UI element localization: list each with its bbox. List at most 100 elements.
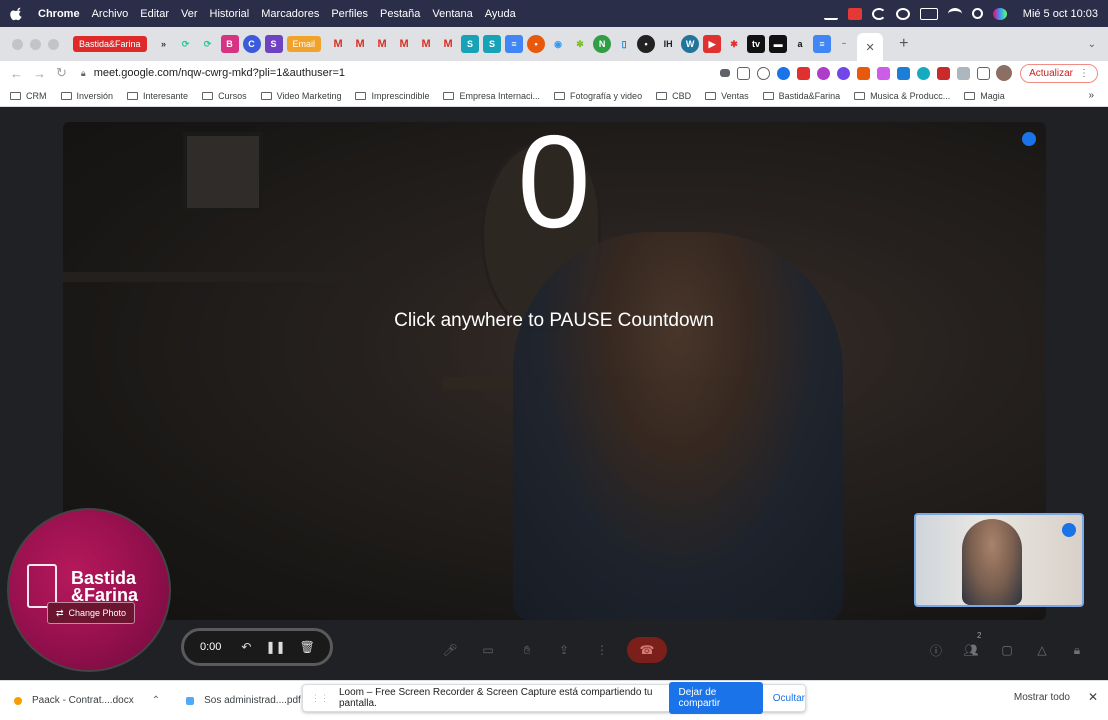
forward-arrow-icon[interactable]: → (33, 66, 46, 81)
ext-blue-icon[interactable] (777, 66, 791, 80)
tab-gmail-2[interactable]: M (351, 35, 369, 53)
download-item-pdf[interactable]: Sos administrad....pdf (186, 695, 301, 706)
tab-docs-icon-2[interactable]: ≡ (813, 35, 832, 53)
drag-handle-icon[interactable]: ⋮⋮ (311, 693, 329, 704)
menu-archivo[interactable]: Archivo (92, 8, 129, 20)
tab-wordpress-icon[interactable]: W (681, 35, 700, 53)
bookmark-cursos[interactable]: Cursos (202, 91, 247, 101)
leave-call-button[interactable]: ☎︎ (627, 637, 667, 663)
apple-icon[interactable] (10, 7, 24, 21)
people-icon[interactable]: 👥︎ (960, 639, 982, 661)
tab-favicon-sync-1[interactable]: ⟳ (177, 35, 195, 53)
menu-ayuda[interactable]: Ayuda (485, 8, 516, 20)
activities-icon[interactable]: △ (1031, 639, 1053, 661)
control-center-icon[interactable] (992, 7, 1007, 20)
tab-favicon-s3[interactable]: S (483, 35, 502, 53)
moon-icon[interactable] (871, 7, 886, 20)
update-button[interactable]: Actualizar ⋮ (1020, 63, 1098, 83)
tab-favicon-black[interactable]: • (637, 35, 656, 53)
ext-navy-icon[interactable] (897, 66, 911, 80)
tab-close-icon[interactable]: ✕ (865, 41, 874, 54)
tab-favicon-c[interactable]: C (242, 35, 261, 53)
host-controls-icon[interactable]: 🔒︎ (1066, 639, 1088, 661)
lock-icon[interactable]: 🔒︎ (81, 68, 86, 79)
self-view-tile[interactable] (914, 513, 1084, 607)
tab-favicon-bar[interactable]: ▬ (769, 35, 788, 53)
ext-teal-icon[interactable] (917, 66, 931, 80)
tab-gmail-3[interactable]: M (373, 35, 391, 53)
tab-gmail-5[interactable]: M (417, 35, 435, 53)
maximize-window-button[interactable] (48, 38, 59, 50)
close-shelf-icon[interactable]: ✕ (1088, 690, 1098, 704)
menu-app-name[interactable]: Chrome (38, 8, 80, 20)
back-arrow-icon[interactable]: ← (10, 66, 23, 81)
profile-avatar[interactable] (996, 65, 1013, 81)
search-icon[interactable] (971, 8, 983, 19)
tab-bastida-farina[interactable]: Bastida&Farina (73, 36, 147, 52)
tab-favicon-x[interactable]: ✻ (571, 35, 589, 53)
ext-play-icon[interactable] (817, 66, 831, 80)
tab-favicon-red[interactable]: ~ (835, 35, 853, 53)
bookmarks-more-icon[interactable]: » (1088, 90, 1094, 101)
omnibox[interactable]: 🔒︎ meet.google.com/nqw-cwrg-mkd?pli=1&au… (81, 67, 720, 79)
tab-favicon-in[interactable]: IH (659, 35, 677, 53)
bookmark-musica[interactable]: Musica & Producc... (854, 91, 950, 101)
ext-red-icon[interactable] (797, 66, 811, 80)
bookmark-video-marketing[interactable]: Video Marketing (260, 91, 341, 101)
new-tab-button[interactable]: + (899, 35, 908, 53)
undo-icon[interactable]: ↶ (241, 640, 251, 654)
tab-gmail-6[interactable]: M (439, 35, 457, 53)
microphone-icon[interactable]: 🎤︎ (439, 639, 461, 661)
close-window-button[interactable] (12, 38, 23, 50)
menu-ventana[interactable]: Ventana (432, 8, 472, 20)
star-icon[interactable] (757, 66, 771, 80)
bookmark-interesante[interactable]: Interesante (127, 91, 188, 101)
bookmark-imprescindible[interactable]: Imprescindible (355, 91, 429, 101)
tab-favicon-dot[interactable]: ◉ (549, 35, 567, 53)
kebab-menu-icon[interactable]: ⋮ (1079, 68, 1089, 79)
tab-favicon-s2[interactable]: S (461, 35, 480, 53)
change-photo-button[interactable]: ⇄ Change Photo (47, 602, 135, 624)
tab-amazon-icon[interactable]: a (791, 35, 809, 53)
bookmark-bastida-farina[interactable]: Bastida&Farina (762, 91, 840, 101)
tab-email-group[interactable]: Email (286, 36, 322, 52)
tab-favicon-cup[interactable]: ▯ (615, 35, 633, 53)
battery-icon[interactable] (919, 7, 938, 20)
tab-favicon-b[interactable]: B (220, 35, 239, 53)
extensions-puzzle-icon[interactable] (957, 66, 971, 80)
ext-badge-icon[interactable] (937, 66, 951, 80)
bookmark-fotografia[interactable]: Fotografía y video (554, 91, 642, 101)
bookmark-empresa[interactable]: Empresa Internaci... (443, 91, 540, 101)
countdown-hint[interactable]: Click anywhere to PAUSE Countdown (0, 310, 1108, 332)
ext-purple-icon[interactable] (877, 66, 891, 80)
more-options-icon[interactable]: ⋮ (591, 639, 613, 661)
bookmark-ventas[interactable]: Ventas (705, 91, 749, 101)
reload-icon[interactable]: ↻ (56, 65, 67, 81)
record-icon[interactable] (895, 7, 910, 20)
ext-gear-icon[interactable] (837, 66, 851, 80)
tab-docs-icon[interactable]: ≡ (505, 35, 524, 53)
menu-historial[interactable]: Historial (210, 8, 250, 20)
camera-toggle-icon[interactable]: ▭ (477, 639, 499, 661)
url-text[interactable]: meet.google.com/nqw-cwrg-mkd?pli=1&authu… (94, 67, 345, 79)
tab-favicon-w[interactable]: » (155, 35, 173, 53)
pause-icon[interactable]: ❚❚ (265, 640, 285, 654)
show-all-downloads-link[interactable]: Mostrar todo (1014, 692, 1070, 703)
wifi-icon[interactable] (947, 7, 962, 20)
sidepanel-icon[interactable] (977, 66, 991, 80)
ext-fox-icon[interactable] (857, 66, 871, 80)
menu-pestana[interactable]: Pestaña (380, 8, 420, 20)
chat-icon[interactable]: ▢ (996, 639, 1018, 661)
countdown-number[interactable]: 0 (0, 112, 1108, 252)
trash-icon[interactable]: 🗑︎ (300, 640, 315, 654)
menubar-clock[interactable]: Mié 5 oct 10:03 (1023, 8, 1098, 20)
bookmark-magia[interactable]: Magia (964, 91, 1005, 101)
present-screen-icon[interactable]: ⇪ (553, 639, 575, 661)
tab-youtube-icon[interactable]: ▶ (703, 35, 722, 53)
chevron-up-icon[interactable]: ⌃ (152, 695, 160, 706)
tab-favicon-sync-2[interactable]: ⟳ (199, 35, 217, 53)
bookmark-crm[interactable]: CRM (10, 91, 47, 101)
menu-perfiles[interactable]: Perfiles (331, 8, 368, 20)
share-icon[interactable] (737, 66, 751, 80)
stop-sharing-button[interactable]: Dejar de compartir (668, 682, 763, 714)
